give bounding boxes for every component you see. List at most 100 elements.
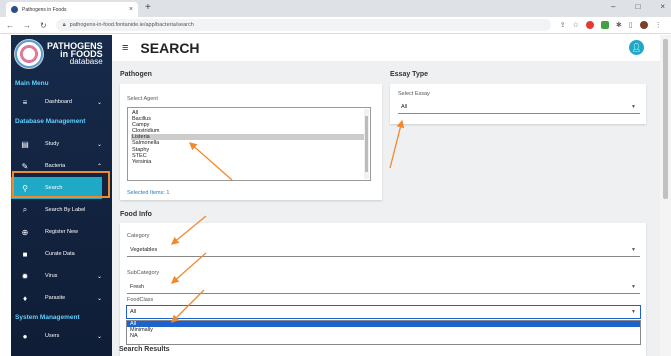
- address-bar: ← → ↻ 🔒︎ pathogens-in-food.fontanide.ie/…: [0, 17, 671, 34]
- search-results-heading: Search Results: [119, 346, 170, 353]
- parasite-icon: ♦: [22, 293, 28, 303]
- logo-icon: [14, 39, 44, 69]
- sidepanel-icon[interactable]: ▯: [629, 21, 633, 29]
- lock-icon: 🔒︎: [62, 21, 66, 28]
- sidebar-item-parasite[interactable]: ♦ Parasite ⌄: [11, 287, 112, 309]
- foodclass-select-value: All: [130, 309, 137, 315]
- extension-icons: ⇪ ☆ ✱ ▯ ⋮: [560, 21, 662, 29]
- bacteria-icon: ✎: [21, 161, 29, 171]
- main-menu-heading: Main Menu: [15, 79, 49, 87]
- logo: PATHOGENS in FOODS database: [11, 35, 112, 73]
- forward-icon[interactable]: →: [23, 21, 31, 30]
- foodclass-select[interactable]: All ▼: [126, 305, 641, 319]
- subcategory-select-value: Fresh: [130, 283, 145, 290]
- reload-icon[interactable]: ↻: [40, 21, 47, 30]
- menu-icon: ≡: [22, 97, 28, 107]
- tab-title: Pathogens in Foods: [22, 6, 67, 13]
- category-select-value: Vegetables: [130, 246, 158, 253]
- sidebar-item-curate-data[interactable]: ■ Curate Data: [11, 243, 112, 265]
- dropdown-arrow-icon: ▼: [631, 246, 636, 253]
- dropdown-arrow-icon: ▼: [631, 283, 636, 290]
- sidebar-item-label: Study: [45, 141, 60, 147]
- subcategory-label: SubCategory: [127, 270, 160, 276]
- select-essay-label: Select Essay: [398, 91, 430, 97]
- new-tab-icon[interactable]: +: [145, 2, 151, 13]
- maximize-icon[interactable]: □: [635, 2, 640, 11]
- scrollbar-thumb[interactable]: [663, 39, 668, 199]
- agent-listbox[interactable]: All Bacillus Campy Clostridium Listeria …: [127, 107, 371, 181]
- chevron-down-icon: ⌄: [96, 99, 102, 106]
- pathogen-heading: Pathogen: [120, 71, 152, 78]
- select-agent-label: Select Agent: [127, 96, 158, 102]
- logo-line3: database: [69, 57, 103, 66]
- extension-red-icon[interactable]: [585, 21, 594, 29]
- chevron-down-icon: ⌄: [96, 333, 102, 340]
- top-bar: ≡ SEARCH 👤︎: [112, 35, 660, 61]
- window-controls: – □ ×: [611, 2, 665, 11]
- url-text: pathogens-in-food.fontanide.ie/app/bacte…: [69, 22, 194, 28]
- star-icon[interactable]: ☆: [573, 21, 579, 29]
- sidebar-item-label: Search By Label: [45, 207, 86, 213]
- back-icon[interactable]: ←: [6, 21, 14, 30]
- minimize-icon[interactable]: –: [611, 2, 615, 11]
- profile-icon[interactable]: [639, 21, 648, 29]
- essay-type-heading: Essay Type: [390, 71, 429, 78]
- category-label: Category: [127, 233, 150, 239]
- sidebar-item-label: Bacteria: [45, 163, 66, 169]
- subcategory-select[interactable]: Fresh ▼: [127, 280, 640, 294]
- essay-card: Select Essay All ▼: [390, 84, 646, 124]
- curate-icon: ■: [22, 249, 28, 259]
- puzzle-icon[interactable]: ✱: [616, 21, 622, 29]
- essay-select-value: All: [401, 103, 408, 110]
- sidebar-item-study[interactable]: ▤ Study ⌄: [11, 133, 112, 155]
- category-select[interactable]: Vegetables ▼: [127, 243, 640, 257]
- extension-green-icon[interactable]: [600, 21, 609, 29]
- browser-tab-bar: Pathogens in Foods × + – □ ×: [0, 0, 671, 17]
- close-tab-icon[interactable]: ×: [129, 6, 133, 13]
- document-icon: ▤: [21, 139, 29, 149]
- listbox-scrollbar[interactable]: [364, 109, 369, 179]
- close-window-icon[interactable]: ×: [660, 2, 665, 11]
- sidebar-item-label: Users: [45, 333, 60, 339]
- url-field[interactable]: 🔒︎ pathogens-in-food.fontanide.ie/app/ba…: [55, 19, 551, 31]
- sidebar-item-label: Dashboard: [45, 99, 72, 105]
- label-search-icon: ⌕: [22, 205, 28, 214]
- sidebar-item-register-new[interactable]: ⊕ Register New: [11, 221, 112, 243]
- foodclass-label: FoodClass: [127, 297, 154, 303]
- main-content: Pathogen Select Agent All Bacillus Campy…: [112, 61, 660, 356]
- highlight-box: [12, 171, 110, 198]
- hamburger-icon[interactable]: ≡: [122, 42, 128, 54]
- add-circle-icon: ⊕: [21, 227, 29, 237]
- sidebar-item-virus[interactable]: ✹ Virus ⌄: [11, 265, 112, 287]
- sidebar-item-search-by-label[interactable]: ⌕ Search By Label: [11, 199, 112, 221]
- essay-select[interactable]: All ▼: [398, 100, 640, 114]
- foodclass-option[interactable]: NA: [127, 333, 640, 339]
- sidebar-item-label: Virus: [45, 273, 58, 279]
- dropdown-arrow-icon: ▼: [631, 309, 636, 315]
- chevron-down-icon: ⌄: [96, 141, 102, 148]
- share-icon[interactable]: ⇪: [560, 21, 566, 29]
- dropdown-arrow-icon: ▼: [631, 103, 636, 110]
- food-info-heading: Food Info: [120, 211, 152, 218]
- avatar[interactable]: 👤︎: [629, 40, 644, 55]
- menu-dots-icon[interactable]: ⋮: [655, 21, 662, 29]
- sidebar-item-dashboard[interactable]: ≡ Dashboard ⌄: [11, 91, 112, 113]
- virus-icon: ✹: [21, 271, 29, 281]
- page-title: SEARCH: [140, 40, 200, 56]
- sidebar-item-label: Curate Data: [45, 251, 75, 257]
- chevron-down-icon: ⌄: [96, 295, 102, 302]
- database-management-heading: Database Management: [15, 117, 86, 125]
- foodclass-dropdown-list[interactable]: All Minimally NA: [126, 320, 641, 345]
- sidebar-item-label: Parasite: [45, 295, 66, 301]
- system-management-heading: System Management: [15, 313, 80, 321]
- pathogen-card: Select Agent All Bacillus Campy Clostrid…: [120, 84, 382, 200]
- browser-tab[interactable]: Pathogens in Foods ×: [6, 2, 138, 17]
- sidebar-item-users[interactable]: ● Users ⌄: [11, 325, 112, 347]
- favicon-icon: [11, 6, 18, 13]
- sidebar-item-label: Register New: [45, 229, 79, 235]
- agent-option[interactable]: Yersinia: [131, 159, 367, 165]
- user-icon: ●: [22, 331, 28, 341]
- page-scrollbar[interactable]: [660, 35, 671, 356]
- chevron-down-icon: ⌄: [96, 273, 102, 280]
- chevron-up-icon: ⌃: [96, 163, 102, 170]
